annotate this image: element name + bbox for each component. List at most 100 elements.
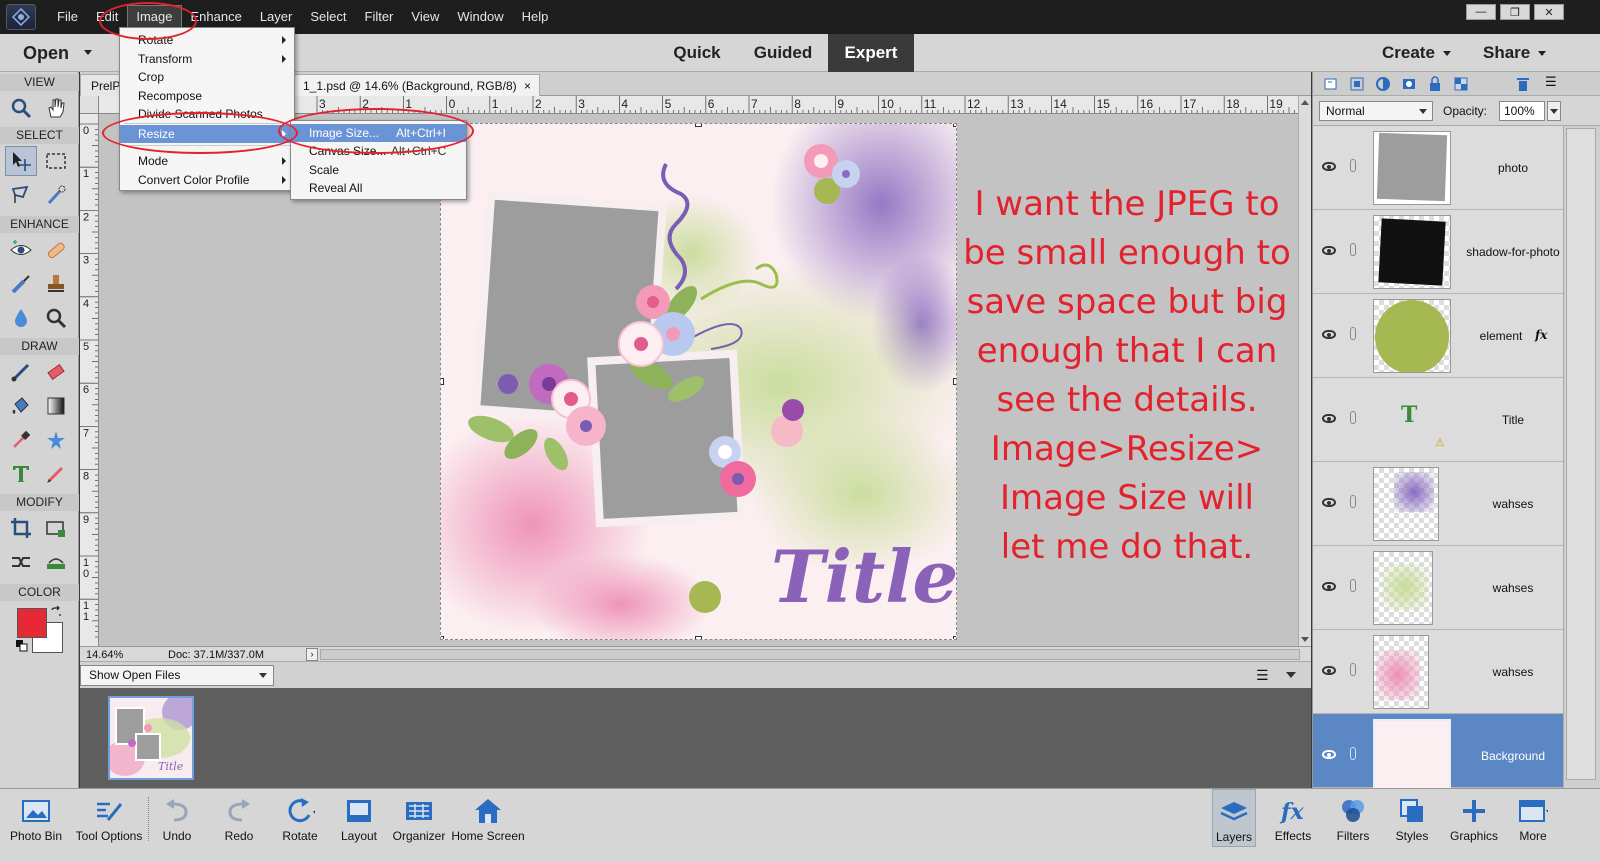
recompose-tool-icon[interactable] (40, 513, 72, 543)
redo-button[interactable]: Redo (212, 789, 266, 847)
organizer-button[interactable]: Organizer (390, 789, 448, 847)
layer-name[interactable]: wahses (1463, 630, 1563, 714)
undo-button[interactable]: Undo (150, 789, 204, 847)
layer-style-fx-icon[interactable]: fx (1535, 328, 1547, 342)
crop-tool-icon[interactable] (5, 513, 37, 543)
layer-name[interactable]: wahses (1463, 462, 1563, 546)
menu-window[interactable]: Window (448, 0, 512, 34)
pencil-tool-icon[interactable] (40, 459, 72, 489)
smart-brush-tool-icon[interactable] (5, 269, 37, 299)
visibility-eye-icon[interactable] (1322, 582, 1336, 591)
visibility-eye-icon[interactable] (1322, 750, 1336, 759)
layers-button[interactable]: Layers (1212, 789, 1256, 847)
move-tool-icon[interactable] (5, 146, 37, 176)
link-chain-icon[interactable] (1350, 327, 1356, 340)
red-eye-tool-icon[interactable] (5, 235, 37, 265)
gradient-tool-icon[interactable] (40, 391, 72, 421)
visibility-eye-icon[interactable] (1322, 246, 1336, 255)
create-button[interactable]: Create (1382, 34, 1451, 72)
swap-colors-icon[interactable] (50, 605, 62, 621)
document-canvas[interactable]: Title (440, 123, 957, 640)
eraser-tool-icon[interactable] (40, 357, 72, 387)
menu-help[interactable]: Help (513, 0, 558, 34)
transform-handle[interactable] (695, 636, 702, 639)
new-layer-icon[interactable] (1323, 76, 1339, 95)
open-dropdown-icon[interactable] (84, 50, 92, 55)
open-button[interactable]: Open (23, 34, 69, 72)
visibility-eye-icon[interactable] (1322, 498, 1336, 507)
menu-item-resize[interactable]: Resize (120, 125, 294, 143)
eyedropper-tool-icon[interactable] (5, 425, 37, 455)
link-chain-icon[interactable] (1350, 243, 1356, 256)
panel-menu-icon[interactable]: ☰ (1545, 74, 1557, 90)
home-screen-button[interactable]: Home Screen (450, 789, 526, 847)
transform-handle[interactable] (695, 124, 702, 127)
menu-item-image-size[interactable]: Image Size... Alt+Ctrl+I (291, 124, 466, 142)
layer-name[interactable]: shadow-for-photo (1463, 210, 1563, 294)
mode-guided[interactable]: Guided (744, 34, 822, 72)
visibility-eye-icon[interactable] (1322, 330, 1336, 339)
layer-name[interactable]: wahses (1463, 546, 1563, 630)
link-chain-icon[interactable] (1350, 159, 1356, 172)
foreground-color-swatch[interactable] (17, 608, 47, 638)
menu-select[interactable]: Select (301, 0, 355, 34)
tab-close-icon[interactable]: × (524, 75, 531, 97)
menu-item-rotate[interactable]: Rotate (120, 31, 294, 49)
lock-transparency-icon[interactable] (1453, 76, 1469, 95)
menu-item-mode[interactable]: Mode (120, 152, 294, 170)
custom-shape-tool-icon[interactable] (40, 425, 72, 455)
new-group-icon[interactable] (1349, 76, 1365, 95)
menu-item-reveal-all[interactable]: Reveal All (291, 179, 466, 197)
menu-item-crop[interactable]: Crop (120, 68, 294, 86)
minimize-button[interactable]: — (1466, 4, 1496, 20)
layer-row-wahses-1[interactable]: wahses (1313, 462, 1563, 546)
menu-item-recompose[interactable]: Recompose (120, 87, 294, 105)
sponge-tool-icon[interactable] (40, 303, 72, 333)
layer-name[interactable]: photo (1463, 126, 1563, 210)
layer-row-shadow-for-photo[interactable]: shadow-for-photo (1313, 210, 1563, 294)
clone-stamp-tool-icon[interactable] (40, 269, 72, 299)
adjustment-layer-icon[interactable] (1375, 76, 1391, 95)
bin-options-menu-icon[interactable]: ☰ (1256, 667, 1269, 684)
healing-brush-tool-icon[interactable] (40, 235, 72, 265)
quick-selection-tool-icon[interactable] (40, 180, 72, 210)
rotate-button[interactable]: Rotate (272, 789, 328, 847)
layer-row-title[interactable]: T Title ⚠ (1313, 378, 1563, 462)
layout-button[interactable]: Layout (334, 789, 384, 847)
layer-name[interactable]: Background (1463, 714, 1563, 798)
filters-button[interactable]: Filters (1328, 789, 1378, 847)
scroll-up-icon[interactable] (1301, 100, 1309, 105)
link-chain-icon[interactable] (1350, 747, 1356, 760)
photo-bin-button[interactable]: Photo Bin (6, 789, 66, 847)
menu-item-scale[interactable]: Scale (291, 161, 466, 179)
menu-image[interactable]: Image (127, 5, 182, 29)
collapse-bin-icon[interactable] (1286, 672, 1296, 678)
tab-prelp[interactable]: PrelP (80, 74, 122, 96)
visibility-eye-icon[interactable] (1322, 666, 1336, 675)
more-button[interactable]: More (1510, 789, 1556, 847)
menu-file[interactable]: File (48, 0, 87, 34)
link-chain-icon[interactable] (1350, 663, 1356, 676)
zoom-tool-icon[interactable] (5, 93, 37, 123)
menu-item-divide-scanned-photos[interactable]: Divide Scanned Photos (120, 105, 294, 123)
visibility-eye-icon[interactable] (1322, 162, 1336, 171)
link-chain-icon[interactable] (1350, 495, 1356, 508)
maximize-button[interactable]: ❐ (1500, 4, 1530, 20)
canvas-horizontal-scrollbar[interactable] (320, 649, 1300, 660)
opacity-field[interactable]: 100% (1499, 101, 1545, 121)
layer-row-wahses-3[interactable]: wahses (1313, 630, 1563, 714)
type-tool-icon[interactable] (5, 459, 37, 489)
menu-item-convert-color-profile[interactable]: Convert Color Profile (120, 171, 294, 189)
default-colors-icon[interactable] (16, 640, 28, 655)
layer-name[interactable]: Title (1463, 378, 1563, 462)
marquee-tool-icon[interactable] (40, 146, 72, 176)
share-button[interactable]: Share (1483, 34, 1547, 72)
scroll-down-icon[interactable] (1301, 637, 1309, 642)
brush-tool-icon[interactable] (5, 357, 37, 387)
paint-bucket-tool-icon[interactable] (5, 391, 37, 421)
styles-button[interactable]: Styles (1388, 789, 1436, 847)
layers-scrollbar[interactable] (1563, 126, 1600, 788)
effects-button[interactable]: fx Effects (1268, 789, 1318, 847)
transform-handle[interactable] (953, 124, 956, 127)
link-chain-icon[interactable] (1350, 579, 1356, 592)
